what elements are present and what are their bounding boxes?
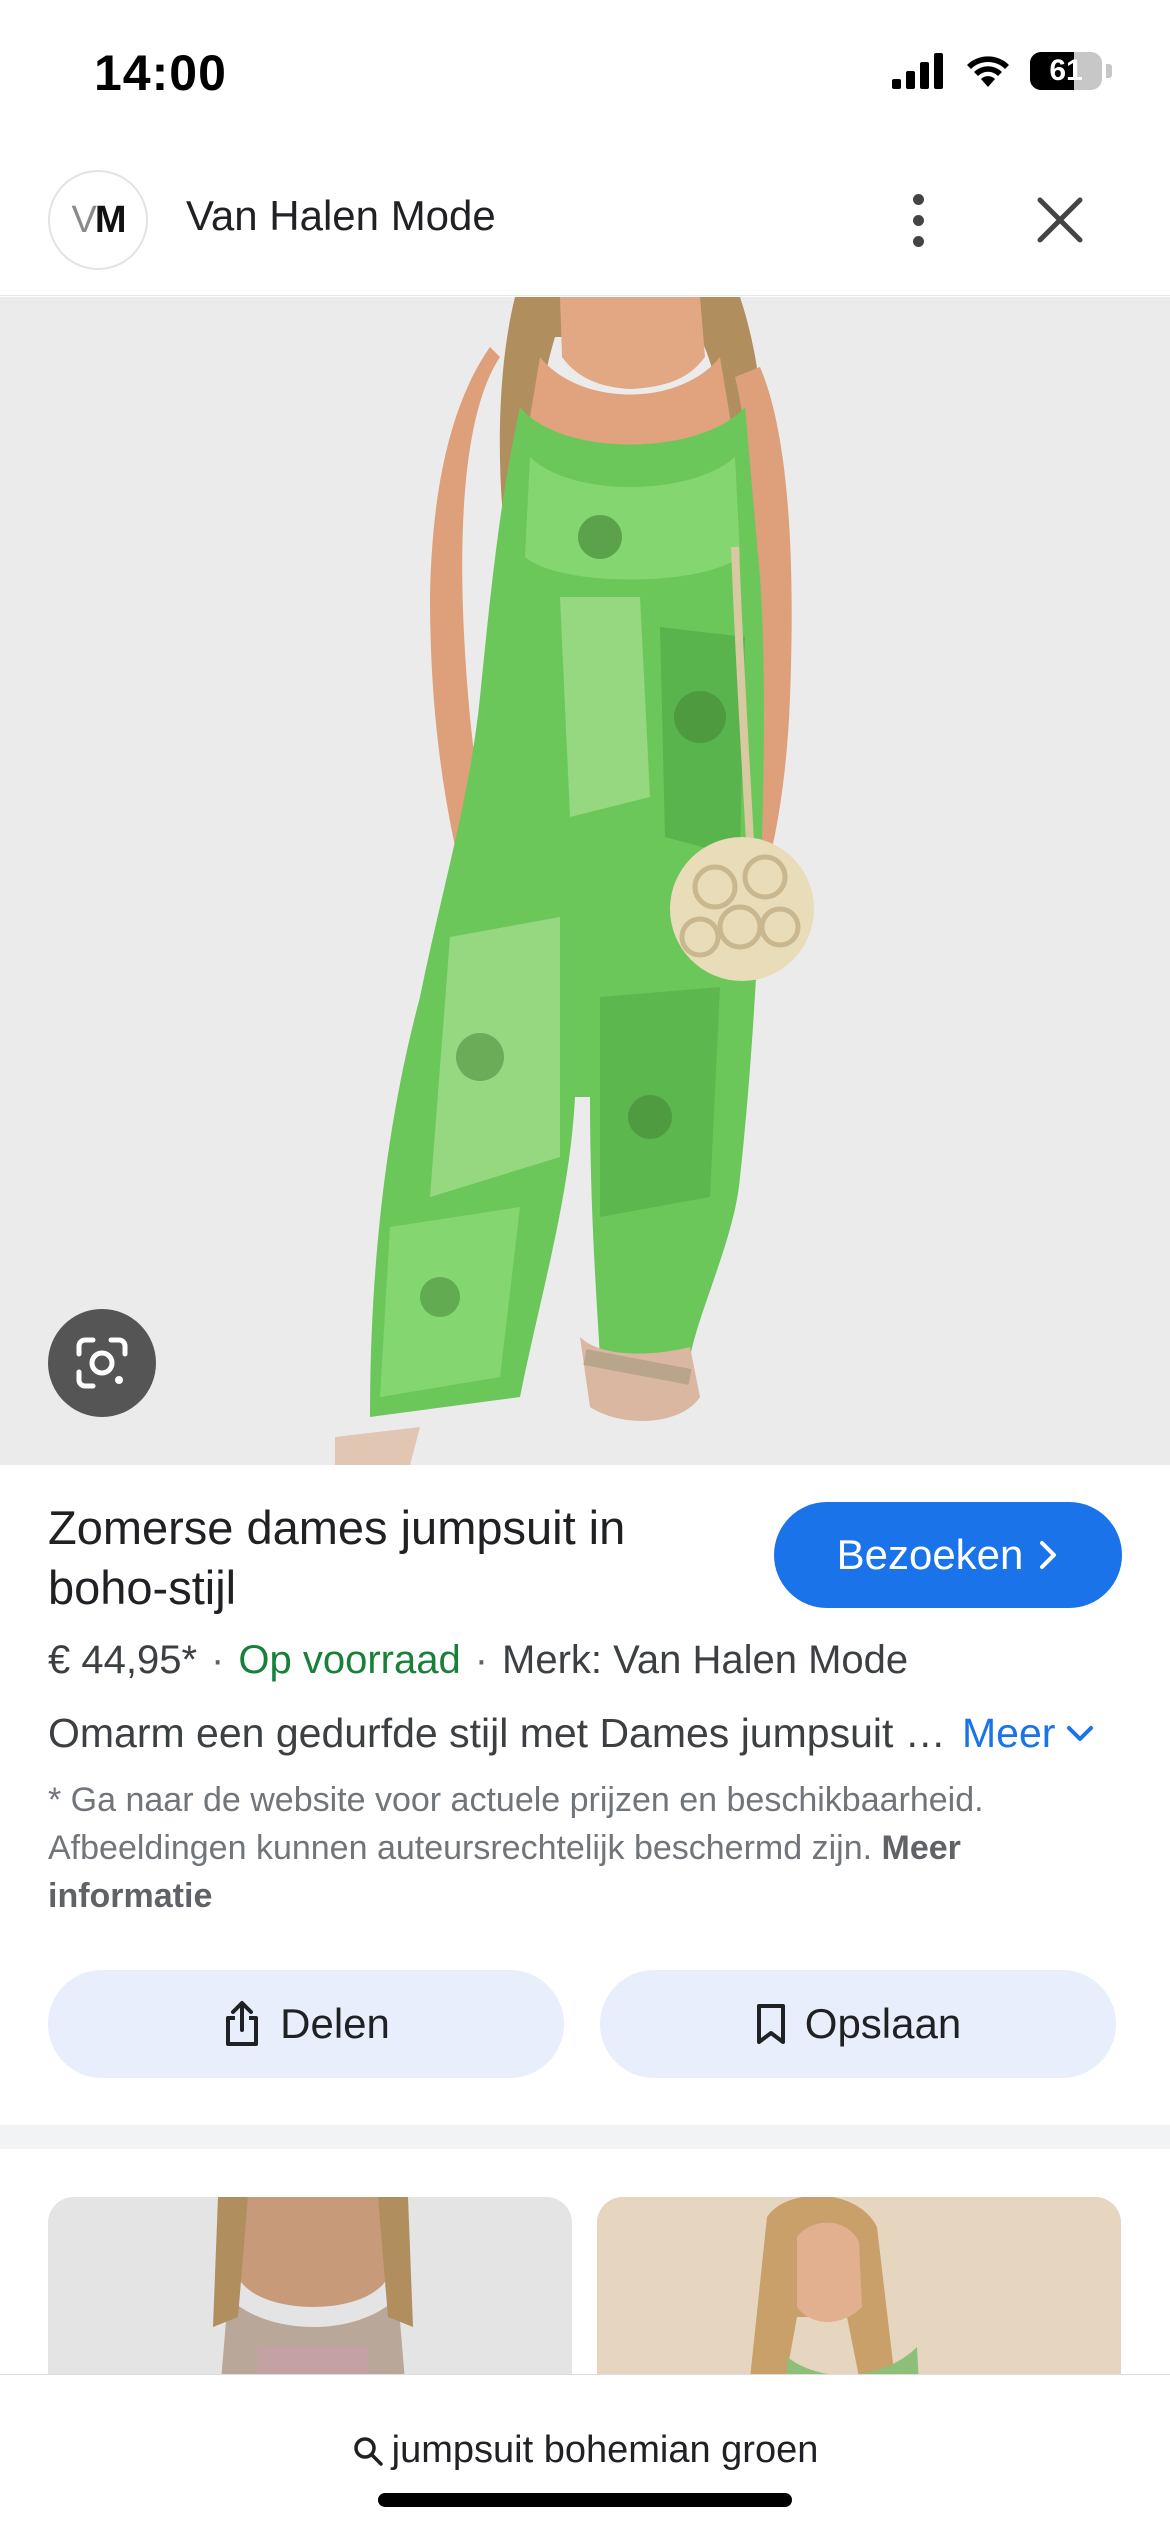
save-button-label: Opslaan <box>804 2000 962 2047</box>
share-icon <box>226 2001 259 2046</box>
bottom-search-bar[interactable]: jumpsuit bohemian groen <box>0 2374 1170 2532</box>
status-icons: 61 <box>892 52 1112 90</box>
more-button[interactable]: Meer <box>962 1710 1095 1757</box>
more-button-label: Meer <box>962 1710 1056 1756</box>
cellular-signal-icon <box>892 53 943 89</box>
google-lens-button[interactable] <box>48 1309 156 1417</box>
site-name[interactable]: Van Halen Mode <box>186 192 496 240</box>
search-icon <box>353 2436 383 2466</box>
disclaimer-text: * Ga naar de website voor actuele prijze… <box>48 1781 984 1867</box>
search-query-text: jumpsuit bohemian groen <box>391 2429 819 2471</box>
more-vertical-icon <box>912 193 924 205</box>
brand: Merk: Van Halen Mode <box>502 1638 909 1682</box>
visit-button[interactable]: Bezoeken <box>774 1502 1122 1608</box>
chevron-right-icon <box>1040 1541 1057 1569</box>
battery-tip <box>1106 64 1112 78</box>
battery-percentage: 61 <box>1049 54 1083 87</box>
separator: · <box>211 1638 225 1682</box>
separator: · <box>474 1638 489 1682</box>
price: € 44,95* <box>48 1638 198 1682</box>
site-logo-text: VM <box>71 198 126 241</box>
more-vertical-dot <box>912 235 924 247</box>
more-options-button[interactable] <box>888 180 948 260</box>
section-divider <box>0 2125 1170 2149</box>
more-vertical-dot <box>912 214 924 226</box>
share-button[interactable]: Delen <box>48 1970 564 2078</box>
product-photo-jumpsuit <box>0 297 1170 1465</box>
price-disclaimer: * Ga naar de website voor actuele prijze… <box>48 1776 1048 1920</box>
product-image[interactable] <box>0 297 1170 1465</box>
status-time: 14:00 <box>94 45 227 101</box>
price-row: € 44,95* · Op voorraad · Merk: Van Halen Mod… <box>48 1638 908 1683</box>
google-shopping-product-page: 14:00 61 VM Van Halen Mode Zomerse dames… <box>0 0 1170 2532</box>
chevron-down-icon <box>1067 1725 1094 1741</box>
save-button[interactable]: Opslaan <box>600 1970 1116 2078</box>
site-logo[interactable]: VM <box>48 170 148 270</box>
close-icon[interactable] <box>1030 190 1090 250</box>
search-query-display[interactable]: jumpsuit bohemian groen <box>0 2429 1170 2472</box>
share-button-label: Delen <box>280 2000 390 2047</box>
product-title: Zomerse dames jumpsuit in boho-stijl <box>48 1501 626 1614</box>
status-bar: 14:00 61 <box>0 0 1170 150</box>
wifi-icon <box>967 56 1009 87</box>
battery-icon: 61 <box>1030 52 1102 90</box>
result-header: VM Van Halen Mode <box>0 160 1170 296</box>
google-lens-icon <box>76 1337 128 1389</box>
home-indicator[interactable] <box>378 2493 792 2507</box>
bookmark-icon <box>756 2004 785 2044</box>
product-description: Omarm een gedurfde stijl met Dames jumps… <box>48 1710 948 1756</box>
visit-button-label: Bezoeken <box>836 1531 1024 1578</box>
description-row: Omarm een gedurfde stijl met Dames jumps… <box>48 1710 1122 1764</box>
stock-status: Op voorraad <box>238 1638 461 1682</box>
